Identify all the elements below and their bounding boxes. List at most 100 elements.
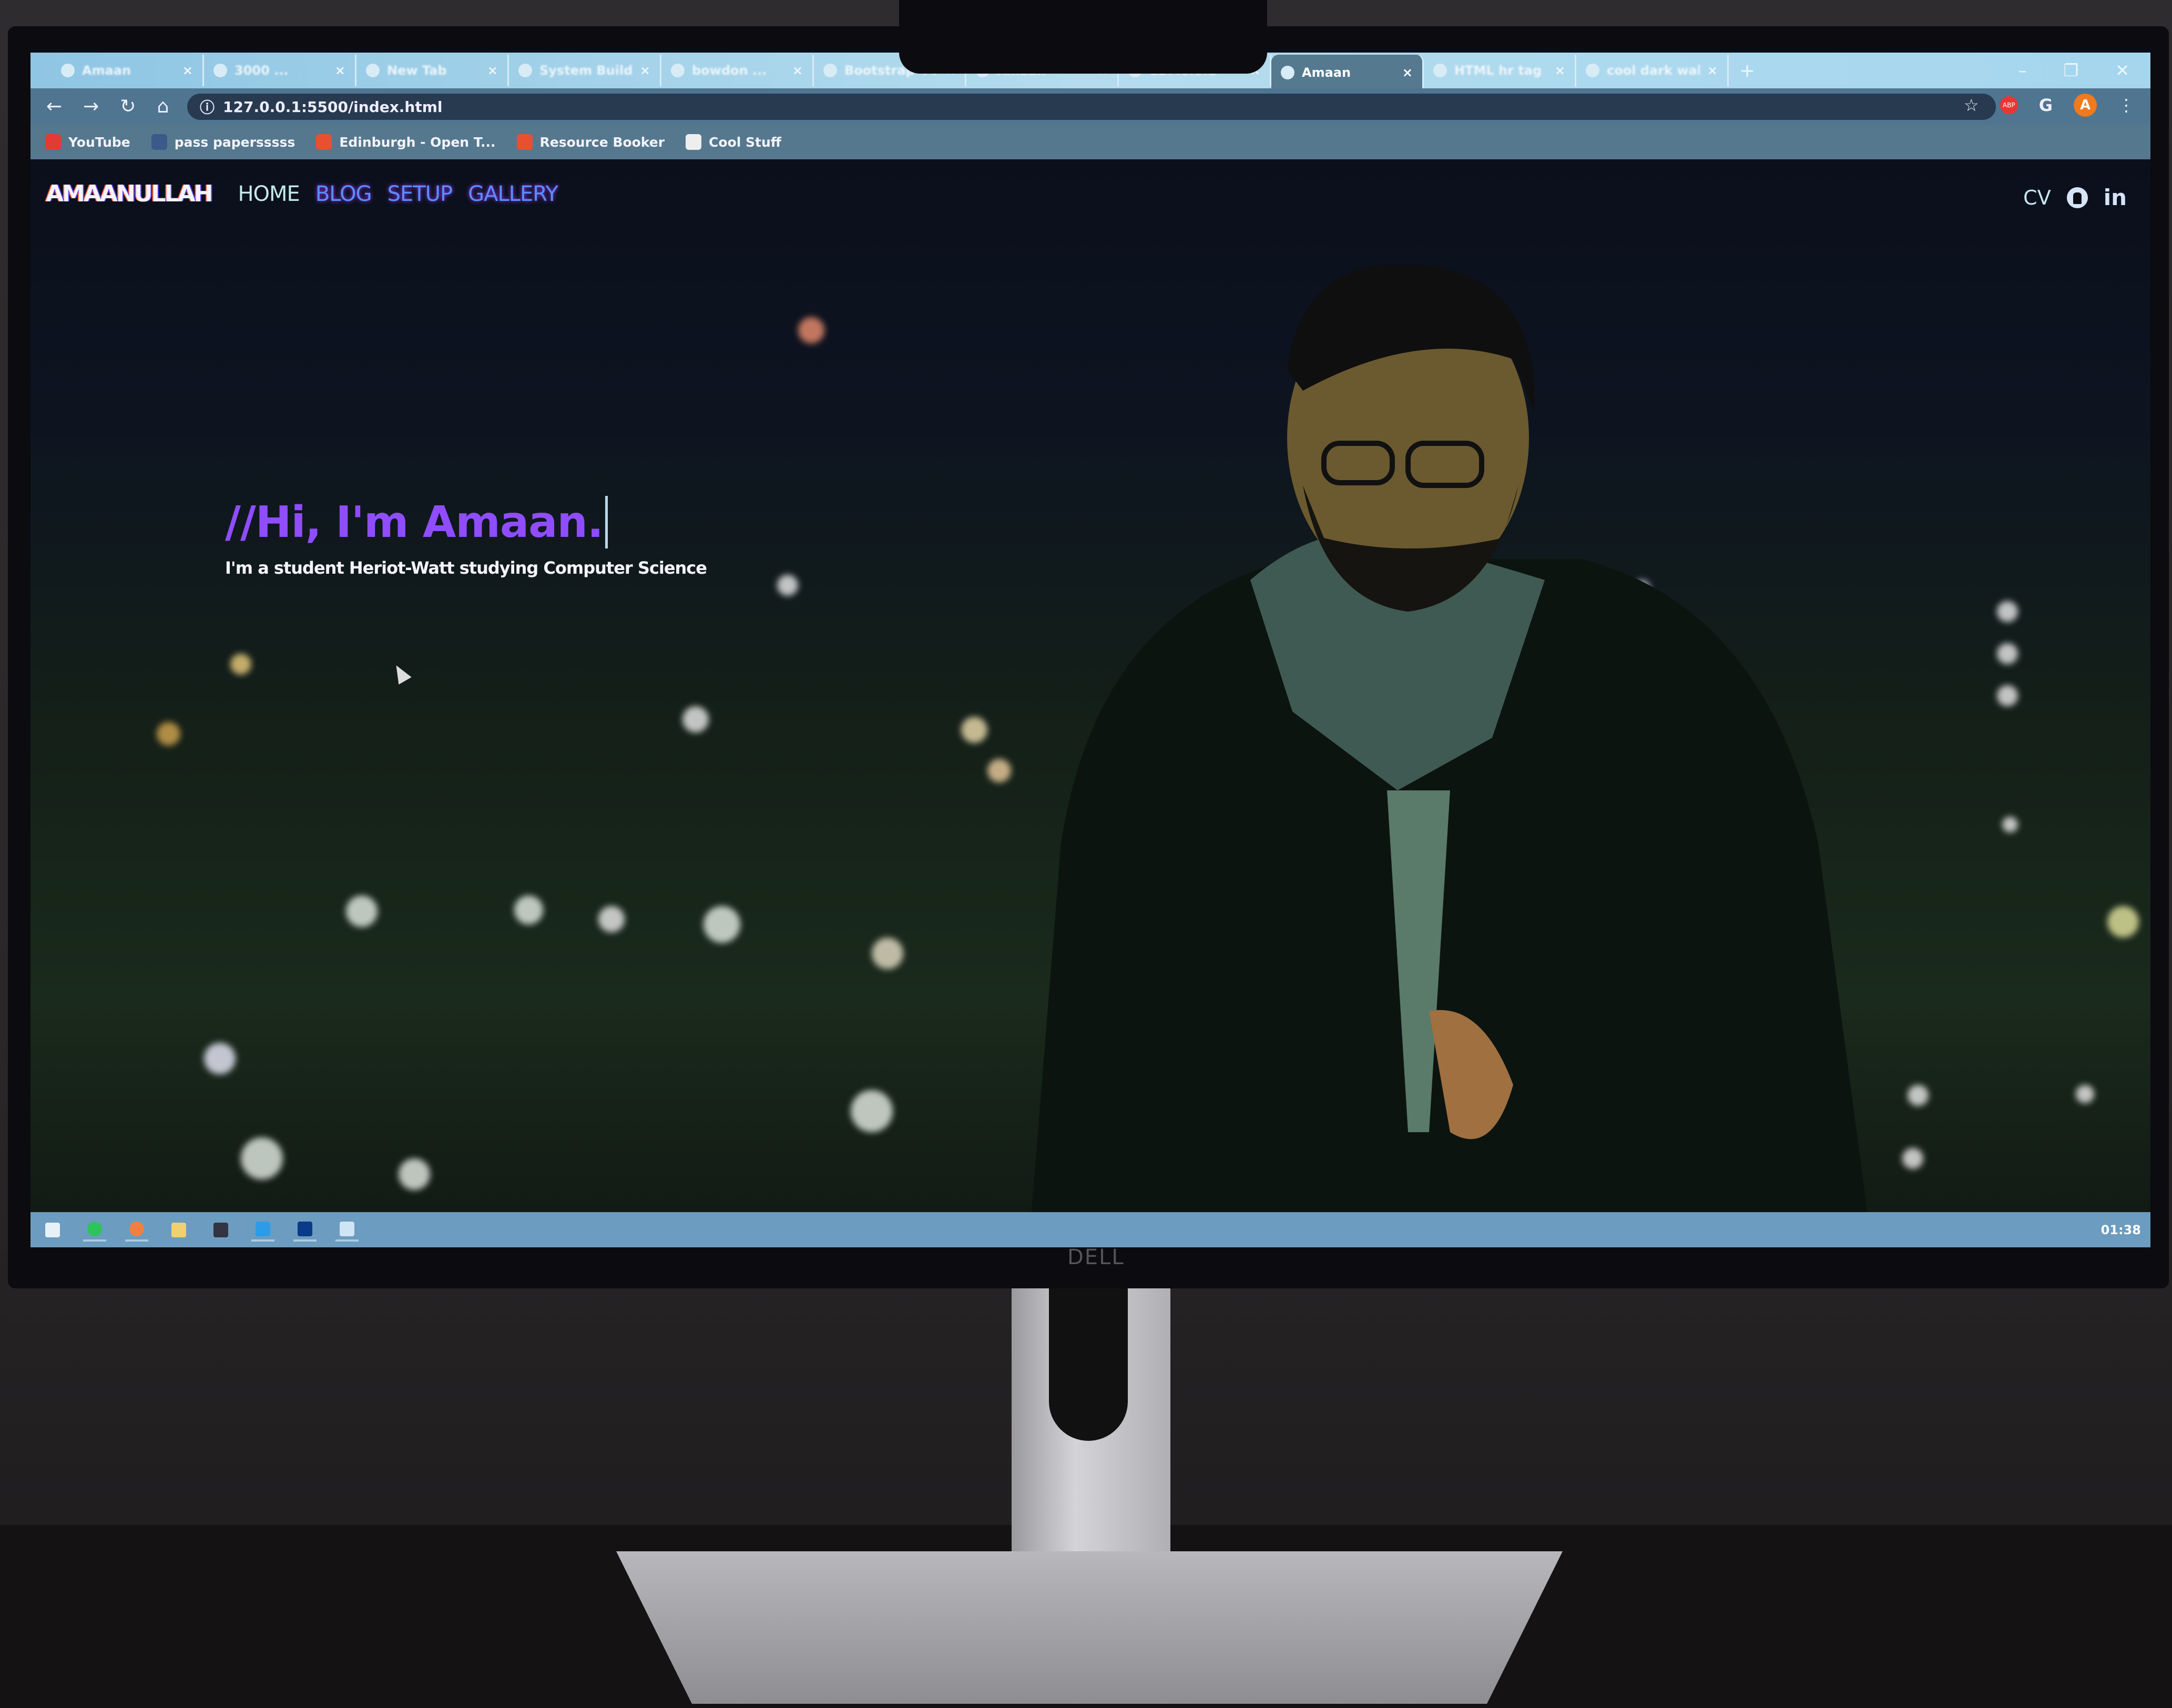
reload-icon[interactable]: ↻ [120,96,136,117]
tab-favicon-icon [1586,64,1599,77]
tab-close-icon[interactable]: × [335,63,345,78]
google-extension-icon[interactable]: G [2039,95,2053,115]
bokeh-light [1908,1085,1929,1106]
new-tab-button[interactable]: + [1739,60,1755,82]
bokeh-light [798,317,824,343]
bokeh-light [514,896,543,924]
bookmark-star-icon[interactable]: ☆ [1964,95,1979,115]
github-icon[interactable] [2066,187,2088,208]
person-photo [1031,265,1868,1212]
tab-2[interactable]: New Tab × [356,55,509,86]
tab-close-icon[interactable]: × [640,63,650,78]
tab-close-icon[interactable]: × [1707,63,1718,78]
bookmark-icon [516,134,533,150]
tab-8[interactable]: Amaan × [1271,55,1424,90]
app-icon[interactable] [293,1218,317,1242]
bokeh-light [230,654,251,675]
monitor-screen: Amaan×3000 ...×New Tab×System Builder×bo… [30,48,2150,1247]
vscode-icon[interactable] [251,1218,274,1242]
bookmark-label: Cool Stuff [709,134,782,150]
tab-title: System Builder [539,63,633,78]
bokeh-light [1997,643,2018,664]
tab-favicon-icon [1281,66,1294,79]
adblock-icon[interactable]: ABP [2000,96,2018,114]
webcam [899,0,1267,74]
bokeh-light [1902,1148,1923,1169]
close-window-icon[interactable]: ✕ [2115,60,2129,80]
file-explorer-icon[interactable] [167,1218,190,1242]
photos-icon[interactable] [335,1218,359,1242]
url-text[interactable]: 127.0.0.1:5500/index.html [223,98,443,116]
bokeh-light [2076,1085,2094,1103]
bookmark-4[interactable]: Cool Stuff [686,134,781,150]
typing-caret [605,496,608,548]
site-logo[interactable]: AMAANULLAH [46,180,213,207]
hero: //Hi, I'm Amaan. I'm a student Heriot-Wa… [225,496,707,578]
bookmark-label: Edinburgh - Open T... [339,134,496,150]
bookmark-icon [45,134,61,150]
chrome-icon[interactable] [125,1218,148,1242]
linkedin-icon[interactable]: in [2104,185,2127,210]
bookmark-icon [151,134,167,150]
nav-blog[interactable]: BLOG [315,182,372,206]
tab-close-icon[interactable]: × [1402,65,1413,80]
bookmark-0[interactable]: YouTube [45,134,130,150]
minimize-icon[interactable]: – [2018,60,2027,80]
cv-link[interactable]: CV [2023,186,2051,209]
bokeh-light [598,906,625,932]
tab-title: bowdon ... [692,63,767,78]
tab-title: cool dark wall [1607,63,1700,78]
tab-4[interactable]: bowdon ... × [661,55,814,86]
hero-headline: //Hi, I'm Amaan. [225,496,707,548]
bokeh-light [703,906,740,943]
bookmark-2[interactable]: Edinburgh - Open T... [316,134,496,150]
tab-3[interactable]: System Builder × [509,55,661,86]
tab-close-icon[interactable]: × [792,63,803,78]
tab-favicon-icon [671,64,685,77]
tab-title: New Tab [387,63,447,78]
bookmark-1[interactable]: pass papersssss [151,134,295,150]
tab-title: Amaan [1302,65,1351,80]
browser-toolbar: ← → ↻ ⌂ ⓘ 127.0.0.1:5500/index.html ☆ AB… [30,88,2150,125]
back-icon[interactable]: ← [46,96,62,117]
terminal-icon[interactable] [209,1218,232,1242]
info-icon[interactable]: ⓘ [200,96,215,117]
spotify-icon[interactable] [83,1218,106,1242]
tab-0[interactable]: Amaan × [52,55,204,86]
tab-favicon-icon [518,64,532,77]
tab-close-icon[interactable]: × [1555,63,1565,78]
nav-home[interactable]: HOME [238,182,300,206]
tab-9[interactable]: HTML hr tag × [1424,55,1576,86]
bookmark-label: YouTube [68,134,130,150]
bookmark-label: Resource Booker [539,134,665,150]
tab-favicon-icon [213,64,227,77]
bokeh-light [157,722,180,746]
nav-setup[interactable]: SETUP [388,182,453,206]
tab-favicon-icon [366,64,380,77]
tab-1[interactable]: 3000 ... × [204,55,356,86]
taskbar-clock[interactable]: 01:38 [2101,1223,2141,1237]
bokeh-light [851,1090,893,1132]
bokeh-light [1997,685,2018,706]
address-bar[interactable]: ⓘ 127.0.0.1:5500/index.html [187,94,1996,120]
home-icon[interactable]: ⌂ [157,96,169,117]
restore-icon[interactable]: ❐ [2064,60,2079,80]
bookmark-icon [686,134,702,150]
headline-text: //Hi, I'm Amaan. [225,497,604,547]
hero-background: AMAANULLAH HOME BLOG SETUP GALLERY CV in… [30,159,2150,1212]
tab-title: Amaan [82,63,131,78]
forward-icon[interactable]: → [83,96,99,117]
bookmark-3[interactable]: Resource Booker [516,134,665,150]
stand-cable-hole [1049,1283,1128,1441]
tab-close-icon[interactable]: × [182,63,193,78]
nav-gallery[interactable]: GALLERY [468,182,558,206]
bookmark-label: pass papersssss [174,134,295,150]
tab-close-icon[interactable]: × [487,63,498,78]
tab-10[interactable]: cool dark wall × [1576,55,1729,86]
profile-avatar[interactable]: A [2074,94,2097,117]
bokeh-light [2002,817,2018,832]
bookmarks-bar: YouTube pass papersssss Edinburgh - Open T… [30,125,2150,159]
menu-icon[interactable]: ⋮ [2118,95,2135,115]
social-links: CV in [2023,185,2127,210]
start-icon[interactable] [41,1218,64,1242]
